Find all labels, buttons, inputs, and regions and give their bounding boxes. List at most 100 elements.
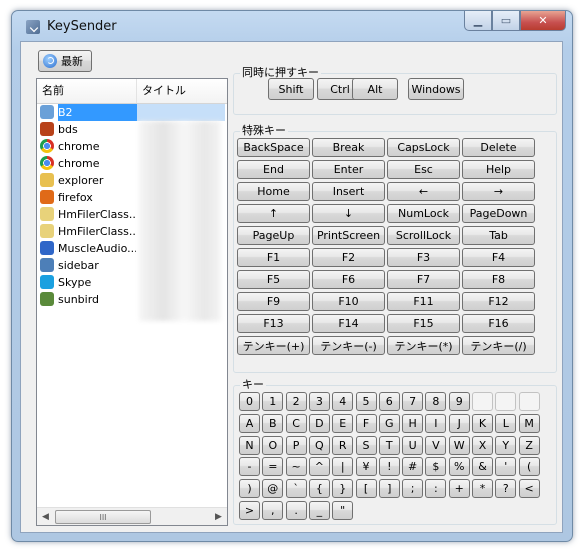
- modifier-key-windows[interactable]: Windows: [408, 78, 464, 100]
- special-key[interactable]: NumLock: [387, 204, 460, 223]
- char-key[interactable]: 8: [425, 392, 447, 411]
- char-key[interactable]: D: [308, 413, 330, 433]
- special-key[interactable]: PrintScreen: [312, 226, 385, 245]
- special-key[interactable]: F8: [462, 270, 535, 289]
- char-key[interactable]: |: [332, 457, 354, 477]
- minimize-button[interactable]: ▁: [464, 11, 492, 31]
- char-key[interactable]: ~: [285, 457, 307, 477]
- char-key[interactable]: O: [262, 435, 284, 455]
- special-key[interactable]: F6: [312, 270, 385, 289]
- char-key[interactable]: R: [332, 435, 354, 455]
- char-key[interactable]: .: [285, 501, 307, 520]
- special-key[interactable]: ScrollLock: [387, 226, 460, 245]
- char-key[interactable]: C: [285, 413, 307, 433]
- scroll-thumb[interactable]: III: [55, 510, 151, 524]
- char-key[interactable]: &: [472, 457, 493, 477]
- char-key[interactable]: 7: [402, 392, 424, 411]
- special-key[interactable]: F2: [312, 248, 385, 267]
- special-key[interactable]: Tab: [462, 226, 535, 245]
- char-key[interactable]: +: [448, 479, 470, 499]
- special-key[interactable]: →: [462, 182, 535, 201]
- char-key[interactable]: {: [308, 479, 330, 499]
- char-key[interactable]: 9: [448, 392, 470, 411]
- char-key[interactable]: !: [378, 457, 400, 477]
- special-key[interactable]: Insert: [312, 182, 385, 201]
- modifier-key-alt[interactable]: Alt: [352, 78, 398, 100]
- char-key[interactable]: ^: [308, 457, 330, 477]
- column-header-name[interactable]: 名前: [37, 79, 137, 103]
- special-key[interactable]: F14: [312, 314, 385, 333]
- char-key[interactable]: ]: [378, 479, 400, 499]
- special-key[interactable]: CapsLock: [387, 138, 460, 157]
- char-key[interactable]: G: [378, 413, 400, 433]
- char-key[interactable]: [: [355, 479, 377, 499]
- maximize-button[interactable]: ▭: [492, 11, 520, 31]
- char-key[interactable]: ": [332, 501, 354, 520]
- special-key[interactable]: F9: [237, 292, 310, 311]
- special-key[interactable]: ←: [387, 182, 460, 201]
- char-key[interactable]: `: [285, 479, 307, 499]
- char-key[interactable]: X: [472, 435, 493, 455]
- special-key[interactable]: F3: [387, 248, 460, 267]
- char-key[interactable]: P: [285, 435, 307, 455]
- char-key[interactable]: H: [402, 413, 424, 433]
- char-key[interactable]: 3: [308, 392, 330, 411]
- special-key[interactable]: F12: [462, 292, 535, 311]
- special-key[interactable]: Delete: [462, 138, 535, 157]
- char-key[interactable]: }: [332, 479, 354, 499]
- special-key[interactable]: ↓: [312, 204, 385, 223]
- char-key[interactable]: 0: [239, 392, 260, 411]
- char-key[interactable]: S: [355, 435, 377, 455]
- char-key[interactable]: ,: [262, 501, 284, 520]
- special-key[interactable]: BackSpace: [237, 138, 310, 157]
- char-key[interactable]: %: [448, 457, 470, 477]
- special-key[interactable]: PageDown: [462, 204, 535, 223]
- char-key[interactable]: Z: [518, 435, 540, 455]
- char-key[interactable]: *: [472, 479, 493, 499]
- special-key[interactable]: ↑: [237, 204, 310, 223]
- special-key[interactable]: F15: [387, 314, 460, 333]
- char-key[interactable]: T: [378, 435, 400, 455]
- char-key[interactable]: #: [402, 457, 424, 477]
- title-bar[interactable]: KeySender ▁ ▭ ✕: [12, 11, 572, 41]
- char-key[interactable]: 6: [378, 392, 400, 411]
- column-header-title[interactable]: タイトル: [137, 79, 227, 103]
- special-key[interactable]: Break: [312, 138, 385, 157]
- char-key[interactable]: M: [518, 413, 540, 433]
- special-key[interactable]: Help: [462, 160, 535, 179]
- special-key[interactable]: End: [237, 160, 310, 179]
- special-key[interactable]: F7: [387, 270, 460, 289]
- special-key[interactable]: テンキー(+): [237, 336, 310, 355]
- char-key[interactable]: ': [495, 457, 517, 477]
- char-key[interactable]: Y: [495, 435, 517, 455]
- special-key[interactable]: テンキー(/): [462, 336, 535, 355]
- char-key[interactable]: L: [495, 413, 517, 433]
- char-key[interactable]: :: [425, 479, 447, 499]
- horizontal-scrollbar[interactable]: ◀ III ▶: [37, 507, 227, 525]
- special-key[interactable]: テンキー(-): [312, 336, 385, 355]
- char-key[interactable]: A: [239, 413, 260, 433]
- special-key[interactable]: F10: [312, 292, 385, 311]
- char-key[interactable]: W: [448, 435, 470, 455]
- special-key[interactable]: F11: [387, 292, 460, 311]
- special-key[interactable]: F4: [462, 248, 535, 267]
- close-button[interactable]: ✕: [520, 11, 566, 31]
- special-key[interactable]: F16: [462, 314, 535, 333]
- char-key[interactable]: 4: [332, 392, 354, 411]
- char-key[interactable]: B: [262, 413, 284, 433]
- char-key[interactable]: J: [448, 413, 470, 433]
- special-key[interactable]: Esc: [387, 160, 460, 179]
- list-item[interactable]: B2: [37, 104, 227, 121]
- char-key[interactable]: K: [472, 413, 493, 433]
- special-key[interactable]: テンキー(*): [387, 336, 460, 355]
- char-key[interactable]: E: [332, 413, 354, 433]
- char-key[interactable]: V: [425, 435, 447, 455]
- char-key[interactable]: 2: [285, 392, 307, 411]
- char-key[interactable]: ;: [402, 479, 424, 499]
- scroll-left-icon[interactable]: ◀: [37, 508, 54, 525]
- char-key[interactable]: $: [425, 457, 447, 477]
- char-key[interactable]: >: [239, 501, 260, 520]
- modifier-key-shift[interactable]: Shift: [268, 78, 314, 100]
- special-key[interactable]: Home: [237, 182, 310, 201]
- char-key[interactable]: ¥: [355, 457, 377, 477]
